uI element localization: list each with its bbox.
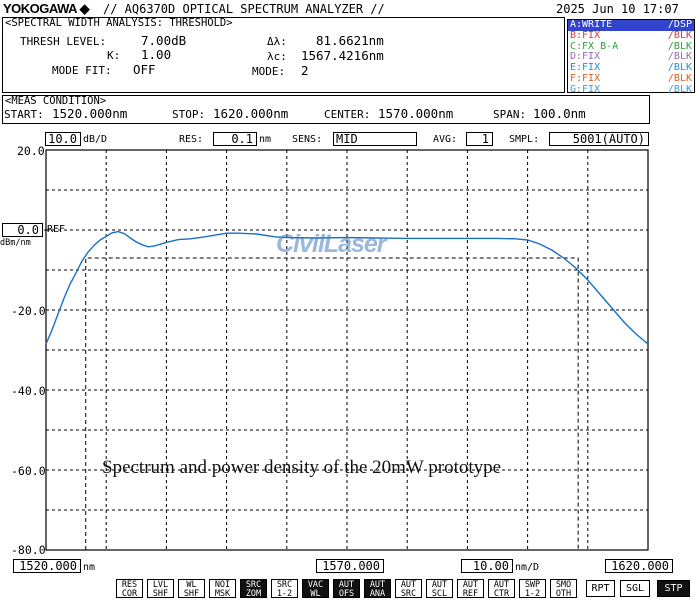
aut-ref-button[interactable]: AUT REF (457, 579, 484, 598)
src-zom-button[interactable]: SRC ZOM (240, 579, 267, 598)
caption: Spectrum and power density of the 20mW p… (102, 457, 502, 478)
x-start-unit: nm (83, 562, 96, 573)
x-start-field[interactable]: 1520.000 (13, 559, 81, 573)
wl-shf-button[interactable]: WL SHF (178, 579, 205, 598)
vac-wl-button[interactable]: VAC WL (302, 579, 329, 598)
x-center-field[interactable]: 1570.000 (316, 559, 384, 573)
watermark: CivilLaser (276, 230, 387, 258)
aut-ana-button[interactable]: AUT ANA (364, 579, 391, 598)
lvl-shf-button[interactable]: LVL SHF (147, 579, 174, 598)
threshold-marker (85, 257, 579, 550)
x-div-unit: nm/D (515, 562, 540, 573)
noi-msk-button[interactable]: NOI MSK (209, 579, 236, 598)
spectrum-chart (44, 149, 649, 551)
single-sweep-button[interactable]: SGL (620, 580, 650, 597)
repeat-sweep-button[interactable]: RPT (586, 580, 615, 597)
x-stop-field[interactable]: 1620.000 (605, 559, 673, 573)
stop-sweep-button[interactable]: STP (657, 580, 690, 597)
aut-scl-button[interactable]: AUT SCL (426, 579, 453, 598)
smo-oth-button[interactable]: SMO OTH (550, 579, 577, 598)
src-12-button[interactable]: SRC 1-2 (271, 579, 298, 598)
swp-12-button[interactable]: SWP 1-2 (519, 579, 546, 598)
aut-ctr-button[interactable]: AUT CTR (488, 579, 515, 598)
x-div-field[interactable]: 10.00 (461, 559, 513, 573)
aut-src-button[interactable]: AUT SRC (395, 579, 422, 598)
aut-ofs-button[interactable]: AUT OFS (333, 579, 360, 598)
res-cor-button[interactable]: RES COR (116, 579, 143, 598)
